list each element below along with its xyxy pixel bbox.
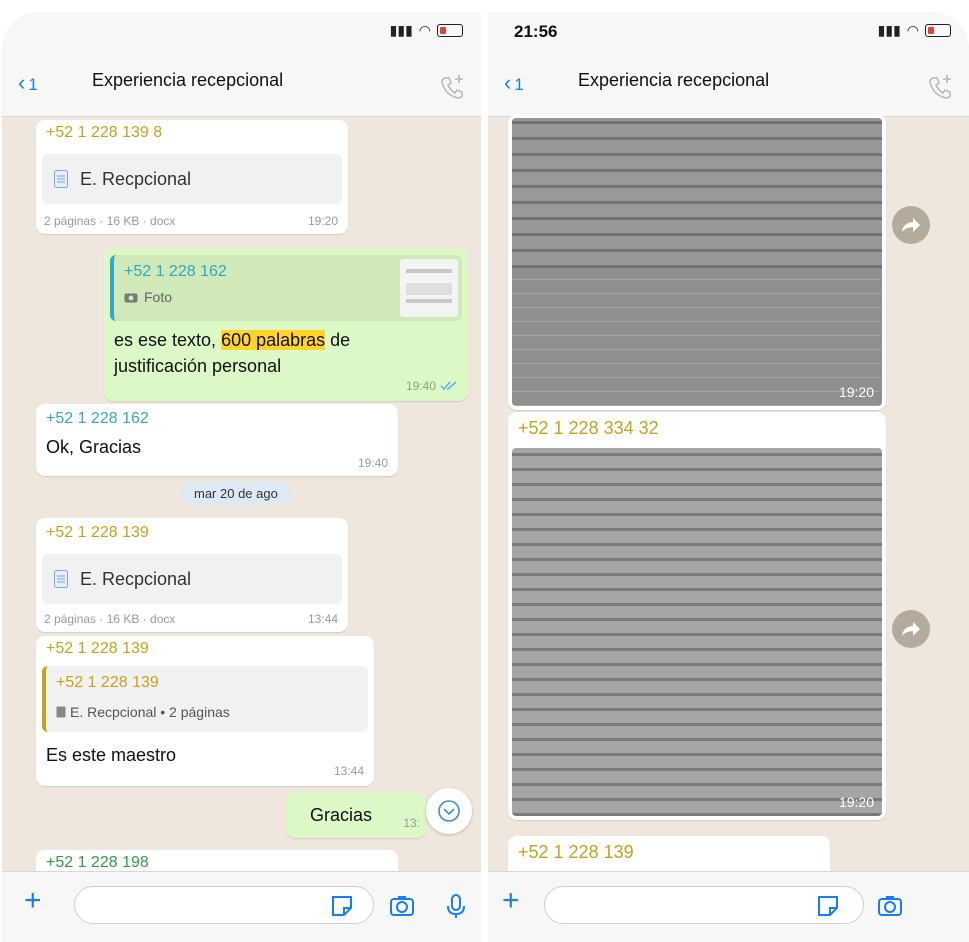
message-text: es ese texto, 600 palabras de justificac…: [114, 327, 350, 379]
handwritten-text: [512, 118, 882, 268]
back-chevron-icon: ‹: [18, 70, 26, 95]
message-text: Es este maestro: [46, 745, 177, 765]
quoted-message[interactable]: +52 1 228 162 Foto: [110, 255, 462, 321]
quoted-type: Foto: [124, 289, 172, 305]
forward-icon: [902, 218, 920, 232]
camera-icon[interactable]: [388, 892, 416, 920]
message-time: 13:: [403, 816, 420, 830]
back-button[interactable]: ‹ 1: [18, 70, 38, 96]
message-time: 19:40: [357, 456, 388, 470]
message-incoming[interactable]: +52 1 228 162 Ok, Gracias 19:40: [36, 404, 398, 476]
message-time: 13:44: [307, 612, 338, 626]
photo-attachment[interactable]: 19:20: [512, 448, 882, 816]
double-check-icon: [440, 381, 457, 391]
message-incoming-reply[interactable]: +52 1 228 139 +52 1 228 139 E. Recpciona…: [36, 636, 374, 786]
chat-header: ‹ 1 Experiencia recepcional: [488, 60, 969, 117]
document-info: 2 páginas · 16 KB · docx: [44, 612, 176, 626]
sticker-icon[interactable]: [814, 892, 842, 920]
message-outgoing[interactable]: Gracias 13:: [286, 792, 426, 838]
document-name: E. Recpcional: [80, 568, 192, 589]
right-chat-screen: 21:56 ▮▮▮ ◠ ‹ 1 Experiencia recepcional …: [488, 12, 969, 942]
chat-title[interactable]: Experiencia recepcional: [578, 70, 769, 91]
status-icons: ▮▮▮ ◠: [390, 22, 463, 39]
add-call-icon[interactable]: [925, 72, 955, 102]
document-name: E. Recpcional: [80, 168, 192, 189]
message-sender: +52 1 228 139: [518, 842, 634, 862]
quoted-sender: +52 1 228 139: [56, 674, 159, 691]
message-document[interactable]: +52 1 228 139 8 E. Recpcional 2 páginas …: [36, 120, 348, 234]
document-attachment[interactable]: E. Recpcional: [42, 554, 342, 604]
plus-icon[interactable]: +: [24, 886, 42, 916]
message-text: Ok, Gracias: [46, 437, 142, 457]
message-time: 19:20: [307, 214, 338, 228]
message-text: Gracias: [310, 805, 373, 825]
document-info: 2 páginas · 16 KB · docx: [44, 214, 176, 228]
document-icon: [54, 570, 68, 588]
message-text-part: justificación personal: [114, 356, 282, 376]
message-time: 19:20: [838, 384, 874, 400]
document-attachment[interactable]: E. Recpcional: [42, 154, 342, 204]
chat-title[interactable]: Experiencia recepcional: [92, 70, 283, 91]
message-text-part: es ese texto,: [114, 330, 222, 350]
forward-icon: [902, 622, 920, 636]
message-time: 19:40: [405, 379, 436, 393]
status-bar: ▮▮▮ ◠: [2, 12, 481, 60]
photo-attachment[interactable]: 19:20: [512, 118, 882, 406]
scroll-down-button[interactable]: [426, 788, 472, 834]
back-button[interactable]: ‹ 1: [504, 70, 524, 96]
chevron-down-icon: [438, 800, 460, 822]
left-chat-screen: ▮▮▮ ◠ ‹ 1 Experiencia recepcional +52 1 …: [2, 12, 481, 942]
quoted-label: Foto: [144, 289, 173, 305]
back-chevron-icon: ‹: [504, 70, 512, 95]
message-text-part: de: [325, 330, 351, 350]
signal-icon: ▮▮▮: [389, 22, 413, 38]
message-sender: +52 1 228 198: [46, 854, 149, 871]
quoted-text: E. Recpcional • 2 páginas: [70, 704, 230, 720]
message-photo[interactable]: +52 1 228 334 32 19:20: [508, 412, 886, 820]
message-sender: +52 1 228 162: [46, 410, 149, 427]
plus-icon[interactable]: +: [502, 886, 520, 916]
battery-icon: [437, 24, 463, 37]
quoted-message[interactable]: +52 1 228 139 E. Recpcional • 2 páginas: [42, 666, 368, 732]
message-sender: +52 1 228 139: [46, 640, 149, 657]
message-input-bar: +: [2, 871, 481, 942]
camera-icon: [124, 293, 138, 303]
message-time: 13:44: [333, 764, 364, 778]
message-time: 19:20: [838, 794, 874, 810]
message-status: 19:40: [406, 379, 458, 393]
message-sender: +52 1 228 139 8: [46, 124, 163, 141]
document-icon: [56, 706, 66, 718]
status-icons: ▮▮▮ ◠: [878, 22, 951, 39]
sticker-icon[interactable]: [328, 892, 356, 920]
message-input-bar: +: [488, 871, 969, 942]
message-sender: +52 1 228 139: [46, 524, 149, 541]
unread-count: 1: [28, 75, 38, 94]
battery-icon: [925, 24, 951, 37]
highlighted-text: 600 palabras: [221, 330, 326, 350]
quoted-sender: +52 1 228 162: [124, 263, 227, 280]
forward-button[interactable]: [892, 610, 930, 648]
status-bar: 21:56 ▮▮▮ ◠: [488, 12, 969, 60]
forward-button[interactable]: [892, 206, 930, 244]
microphone-icon[interactable]: [442, 892, 470, 920]
quoted-thumbnail: [400, 259, 458, 317]
message-sender: +52 1 228 334 32: [518, 418, 659, 438]
status-time: 21:56: [514, 22, 558, 41]
quoted-document: E. Recpcional • 2 páginas: [56, 704, 230, 720]
chat-header: ‹ 1 Experiencia recepcional: [2, 60, 481, 117]
message-outgoing-reply[interactable]: +52 1 228 162 Foto es ese texto, 600 pal…: [104, 249, 468, 401]
wifi-icon: ◠: [906, 22, 919, 38]
document-icon: [54, 170, 68, 188]
message-document[interactable]: +52 1 228 139 E. Recpcional 2 páginas · …: [36, 518, 348, 632]
wifi-icon: ◠: [418, 22, 431, 38]
unread-count: 1: [514, 75, 524, 94]
add-call-icon[interactable]: [437, 72, 467, 102]
message-photo[interactable]: 19:20: [508, 114, 886, 410]
date-separator: mar 20 de ago: [182, 482, 290, 505]
signal-icon: ▮▮▮: [877, 22, 901, 38]
camera-icon[interactable]: [876, 892, 904, 920]
